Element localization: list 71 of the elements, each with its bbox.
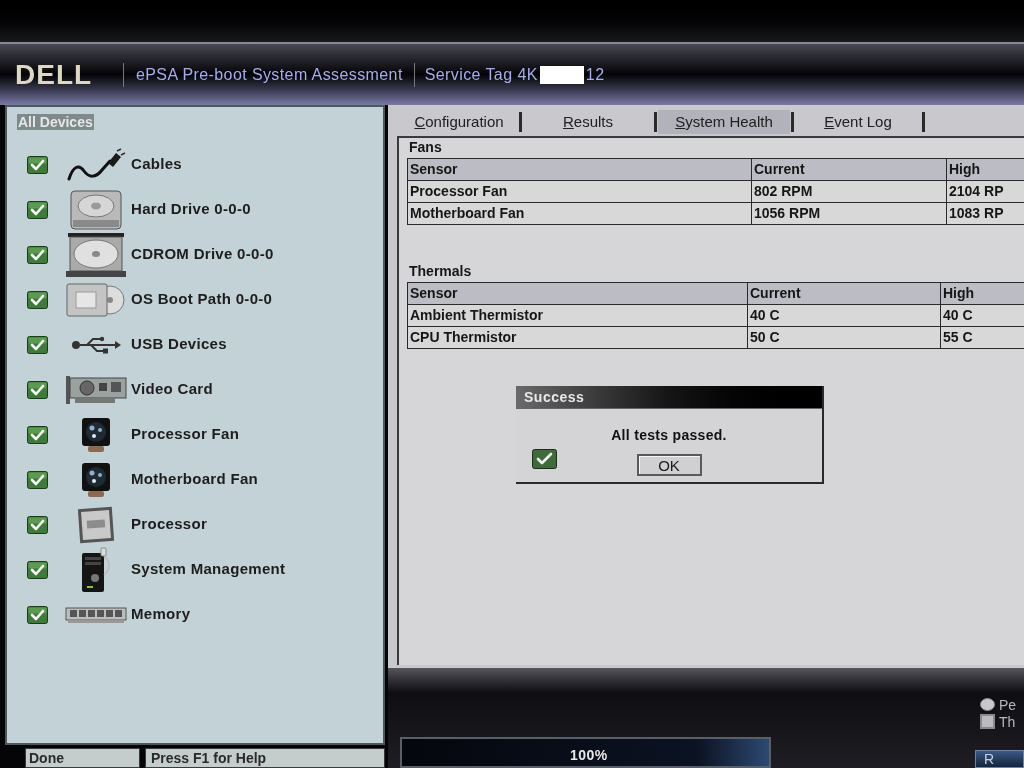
drive-with-disc-icon (66, 281, 126, 318)
section-title: Thermals (409, 263, 472, 279)
checkbox[interactable] (27, 425, 48, 444)
checkbox[interactable] (27, 560, 48, 579)
device-label: Motherboard Fan (131, 469, 258, 490)
column-header: Current (751, 158, 947, 181)
status-text: Done (25, 748, 140, 768)
table-cell: 1056 RPM (751, 202, 947, 225)
checkbox[interactable] (27, 200, 48, 219)
ok-button[interactable]: OK (636, 454, 702, 476)
radio-button[interactable] (980, 698, 995, 711)
table-cell: 802 RPM (751, 180, 947, 203)
column-header: High (946, 158, 1024, 181)
service-tag-value: 12 (585, 64, 605, 85)
checkbox[interactable] (27, 290, 48, 309)
checkbox[interactable] (27, 605, 48, 624)
checkbox[interactable] (27, 335, 48, 354)
fan-icon (80, 416, 112, 453)
tab[interactable]: Results (523, 110, 653, 134)
device-label: OS Boot Path 0-0-0 (131, 289, 273, 310)
table-cell: CPU Thermistor (407, 326, 748, 349)
processor-chip-icon (76, 504, 116, 545)
device-label: Hard Drive 0-0-0 (131, 199, 251, 220)
memory-module-icon (65, 606, 127, 623)
checkbox[interactable] (27, 380, 48, 399)
checkbox[interactable] (27, 245, 48, 264)
device-label: System Management (131, 559, 286, 580)
dialog-title: Success (524, 387, 585, 407)
column-header: High (940, 282, 1024, 305)
device-label: Processor Fan (131, 424, 240, 445)
tab[interactable]: System Health (658, 110, 790, 134)
dialog-message: All tests passed. (611, 426, 727, 445)
tab[interactable]: Event Log (795, 110, 921, 134)
option-label: Pe (999, 697, 1017, 712)
computer-tower-icon (80, 546, 112, 593)
column-header: Current (747, 282, 941, 305)
checkbox[interactable] (27, 155, 48, 174)
device-label: Memory (131, 604, 191, 625)
app-title: ePSA Pre-boot System Assessment (136, 64, 403, 85)
device-label: USB Devices (131, 334, 227, 355)
table-cell: Motherboard Fan (407, 202, 752, 225)
usb-icon (71, 335, 121, 354)
device-label: Processor (131, 514, 208, 535)
column-header: Sensor (407, 282, 748, 305)
table-cell: Ambient Thermistor (407, 304, 748, 327)
device-label: Cables (131, 154, 182, 175)
table-cell: 40 C (747, 304, 941, 327)
hard-drive-icon (70, 189, 122, 230)
video-card-icon (65, 374, 127, 405)
device-label: Video Card (131, 379, 213, 400)
cut-off-button[interactable]: R (975, 750, 1024, 768)
tab[interactable]: Configuration (400, 110, 518, 134)
fan-icon (80, 461, 112, 498)
section-title: Fans (409, 139, 442, 155)
service-tag-value: 4K (517, 64, 538, 85)
checkbox[interactable] (27, 470, 48, 489)
option-label: Th (999, 714, 1016, 729)
check-icon (532, 449, 557, 469)
table-cell: Processor Fan (407, 180, 752, 203)
table-cell: 50 C (747, 326, 941, 349)
cable-icon (66, 147, 126, 182)
checkbox[interactable] (980, 714, 995, 729)
column-header: Sensor (407, 158, 752, 181)
help-hint: Press F1 for Help (145, 748, 385, 768)
brand-logo: DELL (15, 60, 94, 89)
disc-drive-icon (65, 231, 127, 278)
checkbox[interactable] (27, 515, 48, 534)
service-tag-label: Service Tag (424, 64, 513, 85)
progress-label: 100% (570, 746, 608, 765)
redaction-block (539, 65, 584, 84)
device-label: CDROM Drive 0-0-0 (131, 244, 274, 265)
